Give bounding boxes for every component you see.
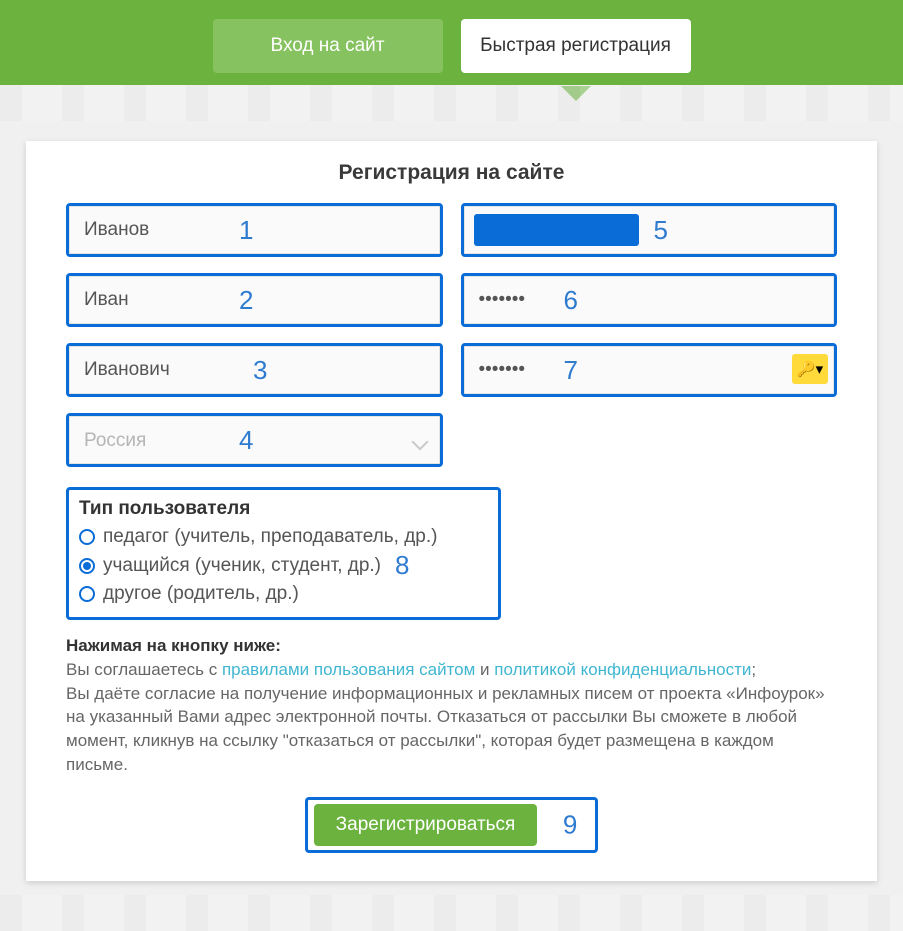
name-input[interactable] bbox=[69, 276, 440, 324]
email-highlight bbox=[474, 214, 639, 246]
header-tabs: Вход на сайт Быстрая регистрация bbox=[0, 0, 903, 85]
decor-strip-top bbox=[0, 85, 903, 121]
registration-form: Регистрация на сайте 1 2 3 Россия 4 bbox=[26, 141, 877, 881]
password-box: 6 bbox=[461, 273, 838, 327]
radio-teacher-label: педагог (учитель, преподаватель, др.) bbox=[103, 526, 437, 548]
radio-row-other[interactable]: другое (родитель, др.) bbox=[79, 583, 488, 605]
terms-mid: и bbox=[480, 660, 494, 679]
radio-other-label: другое (родитель, др.) bbox=[103, 583, 299, 605]
submit-box: Зарегистрироваться 9 bbox=[305, 797, 599, 853]
surname-box: 1 bbox=[66, 203, 443, 257]
user-type-box: Тип пользователя педагог (учитель, препо… bbox=[66, 487, 501, 620]
radio-teacher[interactable] bbox=[79, 529, 95, 545]
user-type-title: Тип пользователя bbox=[79, 498, 488, 520]
country-select[interactable]: Россия bbox=[69, 416, 440, 464]
link-rules[interactable]: правилами пользования сайтом bbox=[222, 660, 475, 679]
surname-input[interactable] bbox=[69, 206, 440, 254]
step-label-8: 8 bbox=[395, 550, 409, 581]
name-box: 2 bbox=[66, 273, 443, 327]
country-box: Россия 4 bbox=[66, 413, 443, 467]
submit-button[interactable]: Зарегистрироваться bbox=[314, 804, 538, 846]
decor-strip-bottom bbox=[0, 895, 903, 931]
patronymic-input[interactable] bbox=[69, 346, 440, 394]
radio-row-student[interactable]: учащийся (ученик, студент, др.) 8 bbox=[79, 550, 488, 581]
terms-block: Нажимая на кнопку ниже: Вы соглашаетесь … bbox=[66, 634, 837, 777]
terms-lead: Нажимая на кнопку ниже: bbox=[66, 636, 281, 655]
submit-zone: Зарегистрироваться 9 bbox=[26, 797, 877, 853]
left-column: 1 2 3 Россия 4 bbox=[66, 203, 443, 483]
tab-login[interactable]: Вход на сайт bbox=[213, 19, 443, 73]
link-privacy[interactable]: политикой конфиденциальности bbox=[494, 660, 751, 679]
form-title: Регистрация на сайте bbox=[26, 161, 877, 185]
right-column: 5 6 7 🔑▾ bbox=[461, 203, 838, 483]
terms-line1-post: ; bbox=[751, 660, 756, 679]
email-box: 5 bbox=[461, 203, 838, 257]
terms-line2: Вы даёте согласие на получение информаци… bbox=[66, 684, 825, 774]
password-input[interactable] bbox=[464, 276, 835, 324]
radio-row-teacher[interactable]: педагог (учитель, преподаватель, др.) bbox=[79, 526, 488, 548]
patronymic-box: 3 bbox=[66, 343, 443, 397]
step-label-9: 9 bbox=[563, 809, 577, 840]
radio-other[interactable] bbox=[79, 586, 95, 602]
password-key-icon[interactable]: 🔑▾ bbox=[792, 354, 828, 384]
radio-student-label: учащийся (ученик, студент, др.) bbox=[103, 555, 381, 577]
terms-line1-pre: Вы соглашаетесь с bbox=[66, 660, 222, 679]
password-confirm-box: 7 🔑▾ bbox=[461, 343, 838, 397]
tab-register[interactable]: Быстрая регистрация bbox=[461, 19, 691, 73]
radio-student[interactable] bbox=[79, 558, 95, 574]
password-confirm-input[interactable] bbox=[464, 346, 835, 394]
